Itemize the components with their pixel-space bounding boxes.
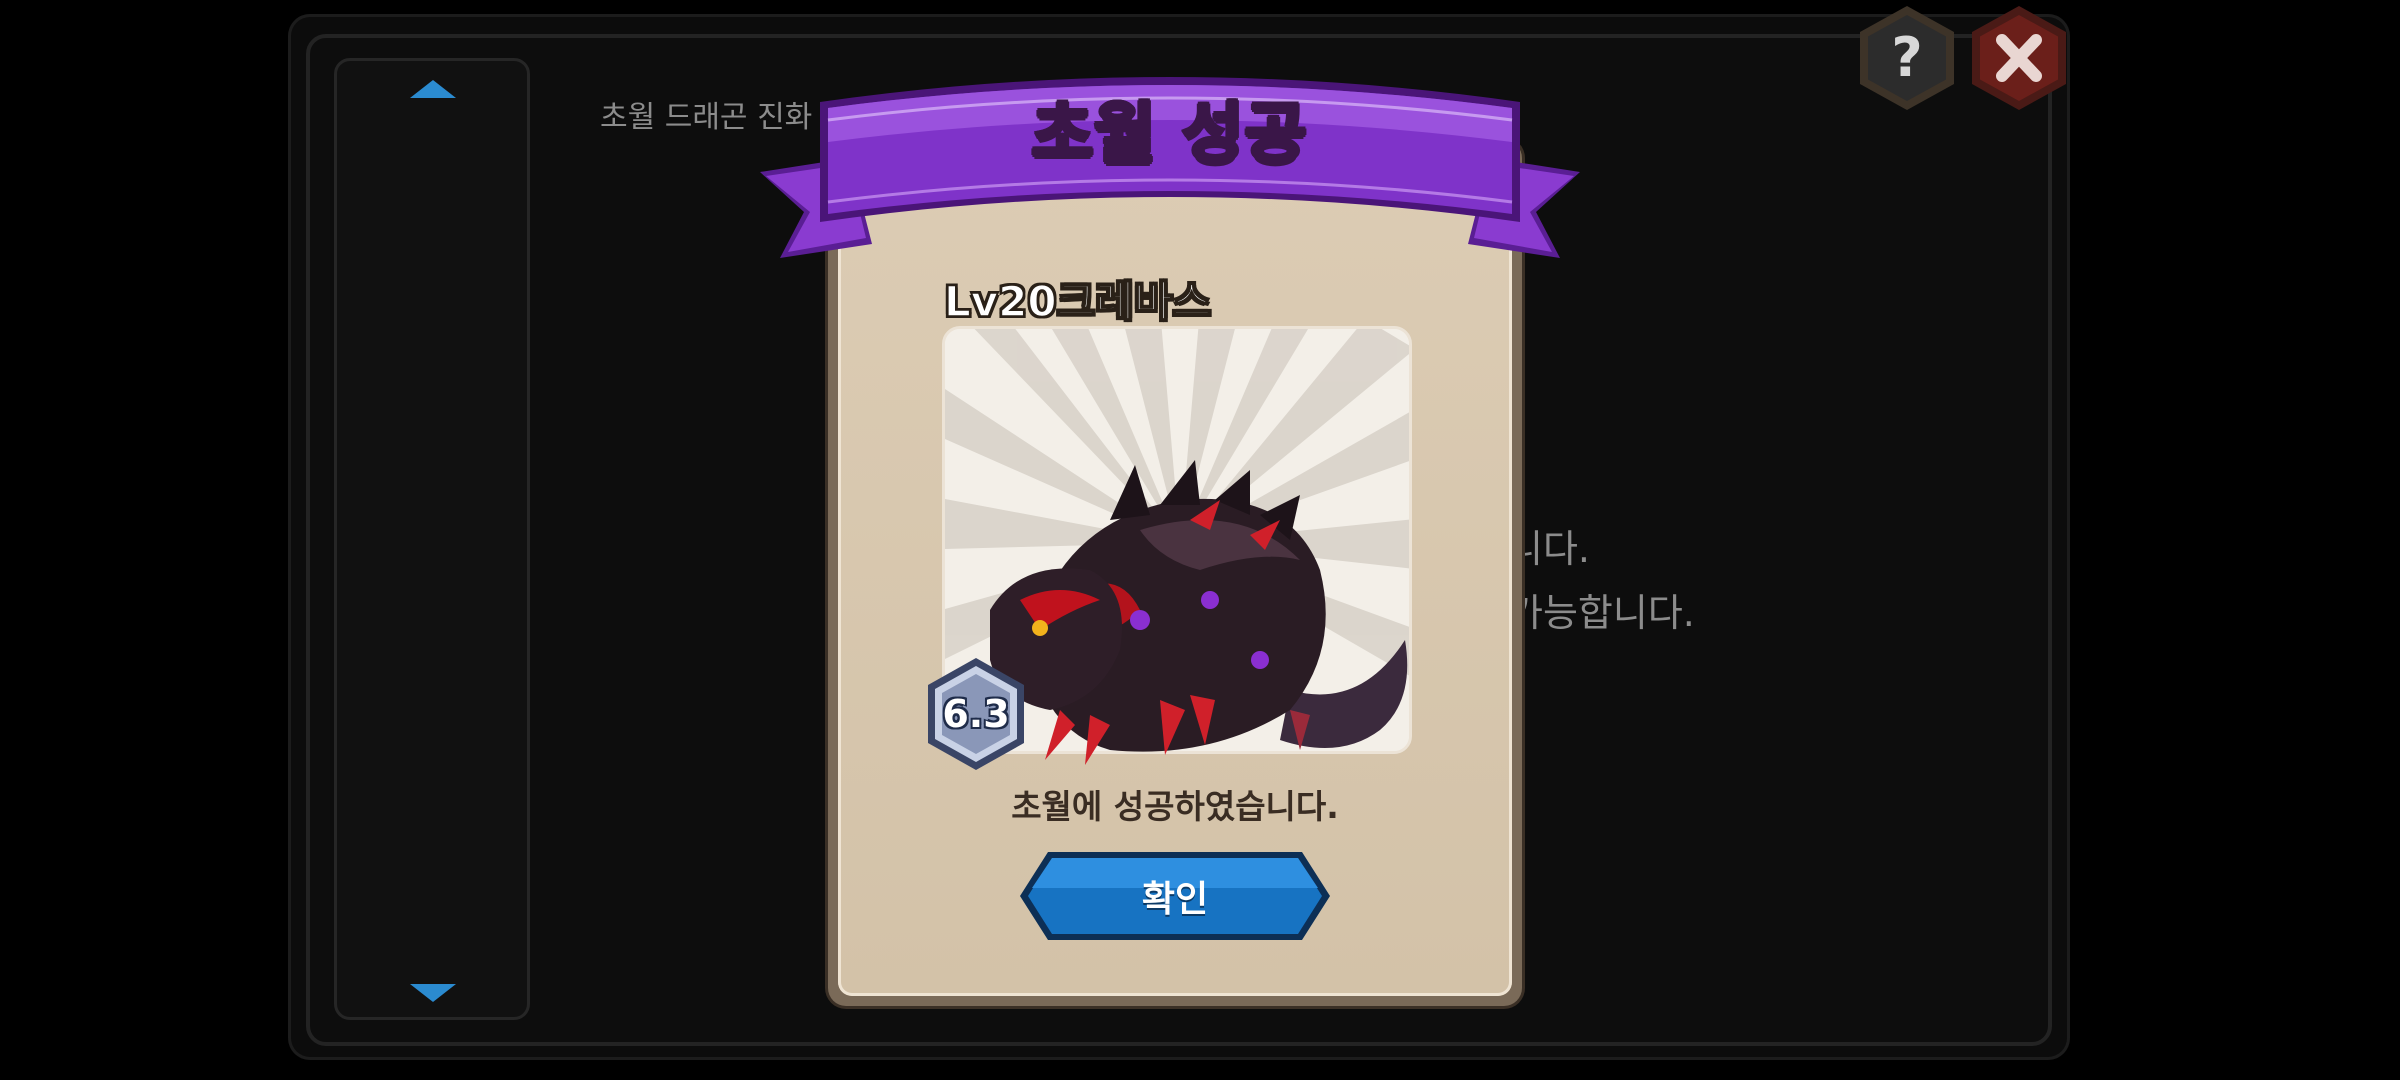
game-screen: 초월 드래곤 진화 니다. 가능합니다. ? 초월 성공 Lv20크레바스 6.…	[0, 0, 2400, 1080]
dialog-title: 초월 성공	[1030, 93, 1308, 174]
grade-badge-value: 6.3	[942, 692, 1010, 736]
confirm-button[interactable]: 확인	[1018, 850, 1332, 942]
confirm-button-label: 확인	[1141, 879, 1209, 920]
dragon-illustration	[990, 460, 1408, 765]
dragon-name-label: Lv20크레바스	[943, 276, 1212, 327]
success-message: 초월에 성공하였습니다.	[1011, 787, 1339, 826]
